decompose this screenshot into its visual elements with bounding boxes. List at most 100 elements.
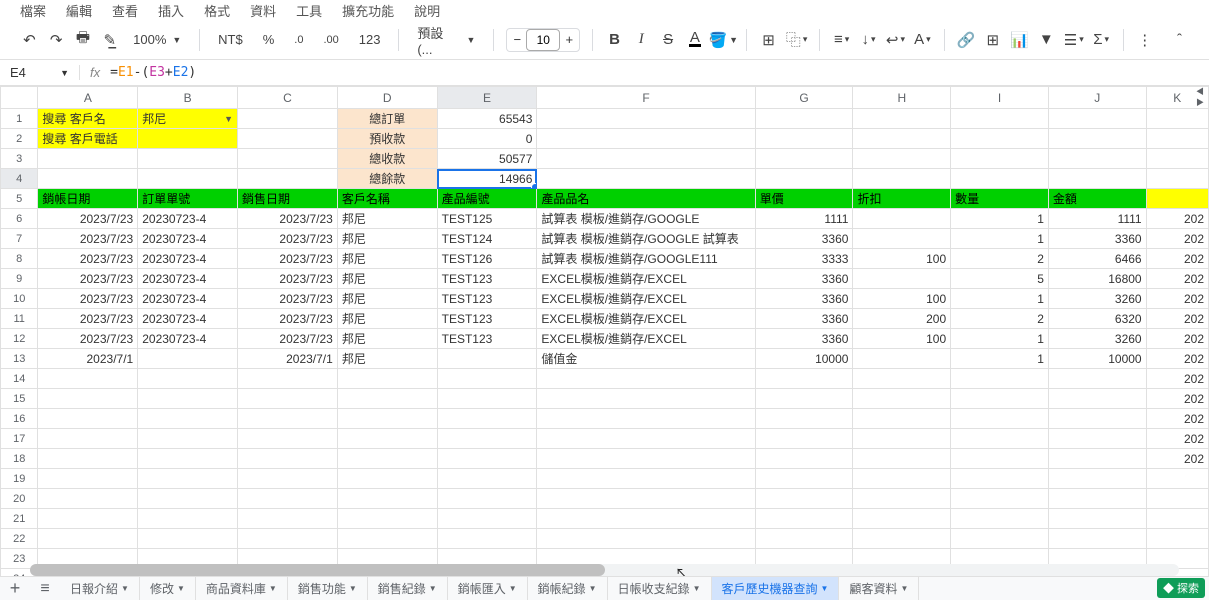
- cell[interactable]: [537, 529, 755, 549]
- cell[interactable]: 2023/7/23: [238, 209, 338, 229]
- row-header[interactable]: 15: [1, 389, 38, 409]
- cell[interactable]: [38, 409, 138, 429]
- cell[interactable]: [238, 489, 338, 509]
- cell-balance-label[interactable]: 總餘款: [337, 169, 437, 189]
- cell[interactable]: [755, 429, 853, 449]
- cell[interactable]: 1: [951, 349, 1049, 369]
- cell[interactable]: [138, 509, 238, 529]
- cell[interactable]: [853, 149, 951, 169]
- cell[interactable]: [951, 389, 1049, 409]
- redo-icon[interactable]: ↷: [47, 29, 66, 51]
- col-header-I[interactable]: I: [951, 87, 1049, 109]
- font-size-input[interactable]: [527, 30, 559, 50]
- cell[interactable]: 2023/7/23: [238, 269, 338, 289]
- cell[interactable]: [853, 429, 951, 449]
- chevron-down-icon[interactable]: ▼: [177, 584, 185, 593]
- cell[interactable]: [1048, 409, 1146, 429]
- cell[interactable]: [537, 389, 755, 409]
- strikethrough-button[interactable]: S: [659, 29, 678, 51]
- cell[interactable]: 試算表 模板/進銷存/GOOGLE111: [537, 249, 755, 269]
- menu-tools[interactable]: 工具: [296, 1, 322, 20]
- cell[interactable]: [755, 169, 853, 189]
- col-header-J[interactable]: J: [1048, 87, 1146, 109]
- cell[interactable]: [1146, 129, 1208, 149]
- cell[interactable]: 202: [1146, 229, 1208, 249]
- cell[interactable]: [437, 389, 537, 409]
- cell[interactable]: [853, 469, 951, 489]
- cell[interactable]: 100: [853, 249, 951, 269]
- cell[interactable]: [437, 449, 537, 469]
- cell-search-customer-phone-label[interactable]: 搜尋 客戶電話: [38, 129, 138, 149]
- font-size-stepper[interactable]: − +: [506, 28, 580, 52]
- cell[interactable]: 1: [951, 289, 1049, 309]
- cell[interactable]: [537, 429, 755, 449]
- cell[interactable]: [853, 369, 951, 389]
- cell[interactable]: TEST126: [437, 249, 537, 269]
- cell[interactable]: [337, 429, 437, 449]
- col-header-C[interactable]: C: [238, 87, 338, 109]
- col-header-F[interactable]: F: [537, 87, 755, 109]
- cell[interactable]: [38, 509, 138, 529]
- row-header[interactable]: 11: [1, 309, 38, 329]
- cell[interactable]: 2023/7/23: [238, 309, 338, 329]
- cell[interactable]: 202: [1146, 369, 1208, 389]
- row-header[interactable]: 13: [1, 349, 38, 369]
- cell[interactable]: [138, 449, 238, 469]
- cell[interactable]: [951, 469, 1049, 489]
- cell[interactable]: 3360: [755, 229, 853, 249]
- cell[interactable]: [238, 409, 338, 429]
- text-wrap-button[interactable]: ↩▾: [886, 29, 905, 51]
- cell[interactable]: 2023/7/23: [38, 249, 138, 269]
- cell[interactable]: [755, 489, 853, 509]
- cell[interactable]: [755, 369, 853, 389]
- cell[interactable]: [1146, 529, 1208, 549]
- row-header[interactable]: 18: [1, 449, 38, 469]
- cell[interactable]: 1: [951, 329, 1049, 349]
- cell[interactable]: [138, 389, 238, 409]
- cell[interactable]: 3333: [755, 249, 853, 269]
- cell[interactable]: [38, 149, 138, 169]
- font-size-minus[interactable]: −: [507, 32, 527, 47]
- chevron-down-icon[interactable]: ▼: [821, 584, 829, 593]
- cell[interactable]: 202: [1146, 269, 1208, 289]
- cell[interactable]: 3260: [1048, 289, 1146, 309]
- cell[interactable]: [537, 369, 755, 389]
- chevron-down-icon[interactable]: ▼: [121, 584, 129, 593]
- cell[interactable]: [853, 269, 951, 289]
- text-rotation-button[interactable]: A▾: [913, 29, 932, 51]
- cell[interactable]: [1048, 529, 1146, 549]
- add-sheet-button[interactable]: +: [0, 578, 30, 599]
- cell[interactable]: 202: [1146, 349, 1208, 369]
- scroll-left-icon[interactable]: ◀: [1191, 86, 1209, 97]
- cell[interactable]: [138, 489, 238, 509]
- cell[interactable]: [537, 109, 755, 129]
- filter-views-icon[interactable]: ☰▾: [1064, 29, 1084, 51]
- cell[interactable]: [238, 449, 338, 469]
- cell[interactable]: 2023/7/23: [238, 249, 338, 269]
- cell[interactable]: [238, 109, 338, 129]
- cell[interactable]: 試算表 模板/進銷存/GOOGLE: [537, 209, 755, 229]
- undo-icon[interactable]: ↶: [20, 29, 39, 51]
- cell[interactable]: 邦尼: [337, 309, 437, 329]
- cell[interactable]: 10000: [1048, 349, 1146, 369]
- cell[interactable]: 2023/7/1: [38, 349, 138, 369]
- cell[interactable]: [1048, 129, 1146, 149]
- filter-icon[interactable]: ▼: [1037, 29, 1056, 51]
- cell[interactable]: [1048, 469, 1146, 489]
- cell[interactable]: [755, 529, 853, 549]
- row-header[interactable]: 1: [1, 109, 38, 129]
- vertical-align-button[interactable]: ↓▾: [859, 29, 878, 51]
- cell[interactable]: [951, 369, 1049, 389]
- cell[interactable]: [853, 389, 951, 409]
- cell[interactable]: EXCEL模板/進銷存/EXCEL: [537, 289, 755, 309]
- cell[interactable]: [337, 489, 437, 509]
- row-header[interactable]: 22: [1, 529, 38, 549]
- cell[interactable]: 3260: [1048, 329, 1146, 349]
- zoom-dropdown[interactable]: 100%▼: [127, 30, 187, 49]
- cell[interactable]: [951, 129, 1049, 149]
- cell[interactable]: 邦尼: [337, 349, 437, 369]
- cell[interactable]: 1: [951, 209, 1049, 229]
- cell[interactable]: 邦尼: [337, 229, 437, 249]
- cell[interactable]: [38, 369, 138, 389]
- cell[interactable]: [951, 529, 1049, 549]
